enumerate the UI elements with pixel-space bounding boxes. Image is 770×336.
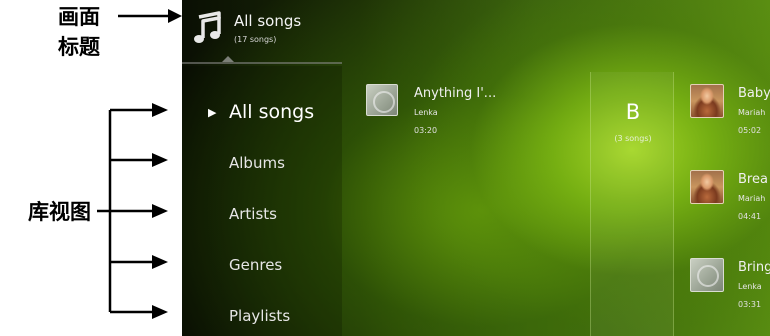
- song-title: Brea: [738, 172, 768, 187]
- disc-icon: [366, 84, 398, 116]
- song-duration: 05:02: [738, 126, 762, 135]
- nav-item-playlists[interactable]: Playlists: [182, 294, 342, 336]
- nav-item-label: All songs: [229, 101, 315, 123]
- screen-header: All songs (17 songs): [182, 0, 770, 66]
- disc-icon: [690, 258, 724, 292]
- song-artist: Mariah: [738, 194, 766, 203]
- song-duration: 03:31: [738, 300, 762, 309]
- nav-item-all-songs[interactable]: ▶ All songs: [182, 90, 342, 134]
- music-screen: All songs (17 songs) ▶ All songs Albums …: [182, 0, 770, 336]
- annotation-arrows: [97, 9, 182, 319]
- header-divider: [182, 62, 342, 64]
- song-title: Anything I'...: [414, 86, 497, 101]
- song-item[interactable]: Bring Lenka 03:31: [690, 258, 770, 318]
- song-artist: Mariah: [738, 108, 766, 117]
- song-count: (17 songs): [234, 35, 277, 44]
- annotation-panel: 画面 标题 库视图: [0, 0, 182, 336]
- album-art-image: [690, 170, 724, 204]
- song-item[interactable]: Brea Mariah 04:41: [690, 170, 770, 230]
- song-artist: Lenka: [414, 108, 438, 117]
- page-title: All songs: [234, 12, 302, 30]
- song-duration: 04:41: [738, 212, 762, 221]
- song-item[interactable]: Baby Mariah 05:02: [690, 84, 770, 144]
- nav-item-label: Artists: [229, 205, 277, 223]
- nav-item-artists[interactable]: Artists: [182, 192, 342, 236]
- song-duration: 03:20: [414, 126, 438, 135]
- section-header-b[interactable]: B (3 songs): [590, 72, 674, 336]
- song-item[interactable]: Anything I'... Lenka 03:20: [366, 84, 586, 144]
- song-title: Baby: [738, 86, 770, 101]
- section-song-count: (3 songs): [614, 134, 652, 143]
- song-title: Bring: [738, 260, 770, 275]
- nav-item-label: Playlists: [229, 307, 291, 325]
- song-artist: Lenka: [738, 282, 762, 291]
- album-art-image: [690, 84, 724, 118]
- nav-item-genres[interactable]: Genres: [182, 243, 342, 287]
- library-nav: ▶ All songs Albums Artists Genres Playli…: [182, 66, 342, 336]
- nav-item-label: Genres: [229, 256, 283, 274]
- nav-item-label: Albums: [229, 154, 285, 172]
- music-note-icon[interactable]: [193, 11, 221, 45]
- nav-item-albums[interactable]: Albums: [182, 141, 342, 185]
- section-letter: B: [625, 100, 641, 124]
- header-pointer: [222, 56, 234, 62]
- active-indicator-icon: ▶: [208, 105, 217, 119]
